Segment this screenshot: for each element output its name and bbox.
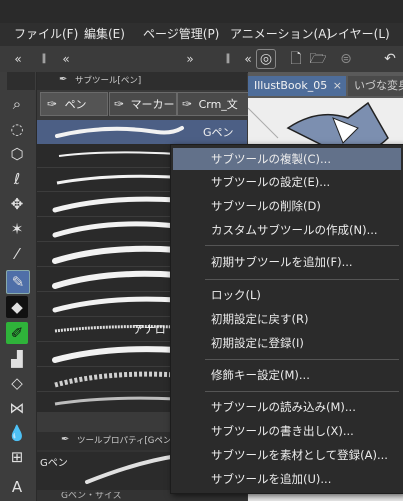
pen-tab-icon: ✒ bbox=[59, 74, 68, 85]
subtool-panel-header: ✒ サブツール[ペン] bbox=[7, 72, 247, 90]
context-menu: サブツールの複製(C)... サブツールの設定(E)... サブツールの削除(D… bbox=[170, 144, 403, 494]
marker-group-icon: ✑ bbox=[114, 97, 125, 111]
expand-right-icon[interactable]: » bbox=[180, 49, 200, 69]
pen-icon[interactable]: ✎ bbox=[6, 270, 30, 294]
menu-bar: ファイル(F) 編集(E) ページ管理(P) アニメーション(A) レイヤー(L… bbox=[0, 23, 403, 46]
menu-separator bbox=[205, 245, 399, 246]
subtool-tab-label[interactable]: サブツール[ペン] bbox=[75, 72, 141, 90]
collapse-left-icon-3[interactable]: « bbox=[238, 49, 258, 69]
airbrush-icon[interactable]: ✐ bbox=[6, 322, 28, 344]
menu-import-subtool[interactable]: サブツールの読み込み(M)... bbox=[173, 396, 401, 418]
preview-brush-label: Gペン bbox=[40, 458, 68, 469]
menu-lock[interactable]: ロック(L) bbox=[173, 284, 401, 306]
command-bar: « ‖ « » ‖ « ◎ 🗋 🗁 ⊜ ↶ bbox=[0, 46, 403, 73]
doc-tab-inactive-label: いづな変身 bbox=[354, 79, 403, 92]
menu-page-manage[interactable]: ページ管理(P) bbox=[143, 23, 219, 46]
brush-row-gpen[interactable]: Gペン bbox=[37, 120, 247, 145]
group-tab-marker[interactable]: ✑ マーカー bbox=[109, 92, 177, 116]
menu-file[interactable]: ファイル(F) bbox=[14, 23, 78, 46]
grip-icon-2: ‖ bbox=[225, 53, 231, 64]
menu-separator bbox=[205, 359, 399, 360]
menu-create-custom-subtool[interactable]: カスタムサブツールの作成(N)... bbox=[173, 219, 401, 241]
group-tab-crm-label: Crm_文 bbox=[198, 98, 238, 111]
menu-edit[interactable]: 編集(E) bbox=[84, 23, 125, 46]
new-file-icon[interactable]: 🗋 bbox=[286, 49, 306, 69]
marker-icon[interactable]: ◆ bbox=[6, 296, 28, 318]
3d-box-icon[interactable]: ⬡ bbox=[6, 143, 28, 165]
menu-add-subtool[interactable]: サブツールを追加(U)... bbox=[173, 468, 401, 490]
menu-export-subtool[interactable]: サブツールの書き出し(X)... bbox=[173, 420, 401, 442]
tool-bar: ⌕ ◌ ⬡ ℓ ✥ ✶ ⁄ ✎ ◆ ✐ ▟ ◇ ⋈ 💧 ⊞ A bbox=[0, 72, 37, 501]
menu-register-subtool-as-material[interactable]: サブツールを素材として登録(A)... bbox=[173, 444, 401, 466]
panel-menu-icon[interactable] bbox=[7, 72, 35, 90]
eyedropper-icon[interactable]: ⁄ bbox=[6, 243, 28, 265]
open-folder-icon[interactable]: 🗁 bbox=[308, 49, 328, 69]
menu-separator bbox=[205, 279, 399, 280]
doc-tab-active[interactable]: IllustBook_05 × bbox=[248, 76, 346, 96]
doc-tab-inactive[interactable]: いづな変身 bbox=[348, 76, 403, 96]
title-bar bbox=[0, 0, 403, 23]
fill-icon[interactable]: ▟ bbox=[6, 348, 28, 370]
menu-separator bbox=[205, 391, 399, 392]
eraser-icon[interactable]: ◇ bbox=[6, 372, 28, 394]
menu-animation[interactable]: アニメーション(A) bbox=[230, 23, 331, 46]
clip-studio-icon[interactable]: ◎ bbox=[256, 49, 276, 69]
undo-icon[interactable]: ↶ bbox=[380, 49, 400, 69]
collapse-left-icon-2[interactable]: « bbox=[56, 49, 76, 69]
pen-group-icon: ✑ bbox=[47, 97, 58, 111]
crm-group-icon: ✑ bbox=[182, 97, 193, 111]
doc-tab-active-label: IllustBook_05 bbox=[254, 79, 328, 92]
partial-brush-label: アナロ bbox=[133, 323, 166, 336]
zoom-icon[interactable]: ⌕ bbox=[6, 93, 28, 115]
group-tab-pen-label: ペン bbox=[64, 98, 87, 111]
menu-layer[interactable]: レイヤー(L) bbox=[326, 23, 390, 46]
menu-add-initial-subtool[interactable]: 初期サブツールを追加(F)... bbox=[173, 251, 401, 273]
menu-duplicate-subtool[interactable]: サブツールの複製(C)... bbox=[173, 148, 401, 170]
property-tab-icon: ✒ bbox=[61, 434, 70, 445]
group-tab-marker-label: マーカー bbox=[130, 98, 175, 111]
blend-icon[interactable]: 💧 bbox=[6, 422, 28, 444]
menu-delete-subtool[interactable]: サブツールの削除(D) bbox=[173, 195, 401, 217]
close-tab-icon[interactable]: × bbox=[333, 76, 342, 96]
text-icon[interactable]: A bbox=[6, 476, 28, 498]
menu-modifier-key-settings[interactable]: 修飾キー設定(M)... bbox=[173, 364, 401, 386]
decoration-icon[interactable]: ⋈ bbox=[6, 397, 28, 419]
lasso-select-icon[interactable]: ◌ bbox=[6, 118, 28, 140]
grid-icon[interactable]: ⊞ bbox=[6, 446, 28, 468]
selected-brush-label: Gペン bbox=[203, 126, 234, 139]
move-icon[interactable]: ✥ bbox=[6, 193, 28, 215]
size-label: Gペン・サイズ bbox=[61, 492, 122, 501]
grip-icon: ‖ bbox=[41, 53, 47, 64]
menu-subtool-settings[interactable]: サブツールの設定(E)... bbox=[173, 171, 401, 193]
group-tab-crm[interactable]: ✑ Crm_文 bbox=[177, 92, 249, 116]
menu-reset-to-default[interactable]: 初期設定に戻す(R) bbox=[173, 308, 401, 330]
group-tab-pen[interactable]: ✑ ペン bbox=[40, 92, 108, 116]
lasso-icon[interactable]: ℓ bbox=[6, 168, 28, 190]
tool-property-tab-label[interactable]: ツールプロパティ[Gペン] bbox=[77, 434, 175, 446]
collapse-left-icon[interactable]: « bbox=[8, 49, 28, 69]
save-icon[interactable]: ⊜ bbox=[336, 49, 356, 69]
menu-register-as-default[interactable]: 初期設定に登録(I) bbox=[173, 332, 401, 354]
magic-wand-icon[interactable]: ✶ bbox=[6, 218, 28, 240]
